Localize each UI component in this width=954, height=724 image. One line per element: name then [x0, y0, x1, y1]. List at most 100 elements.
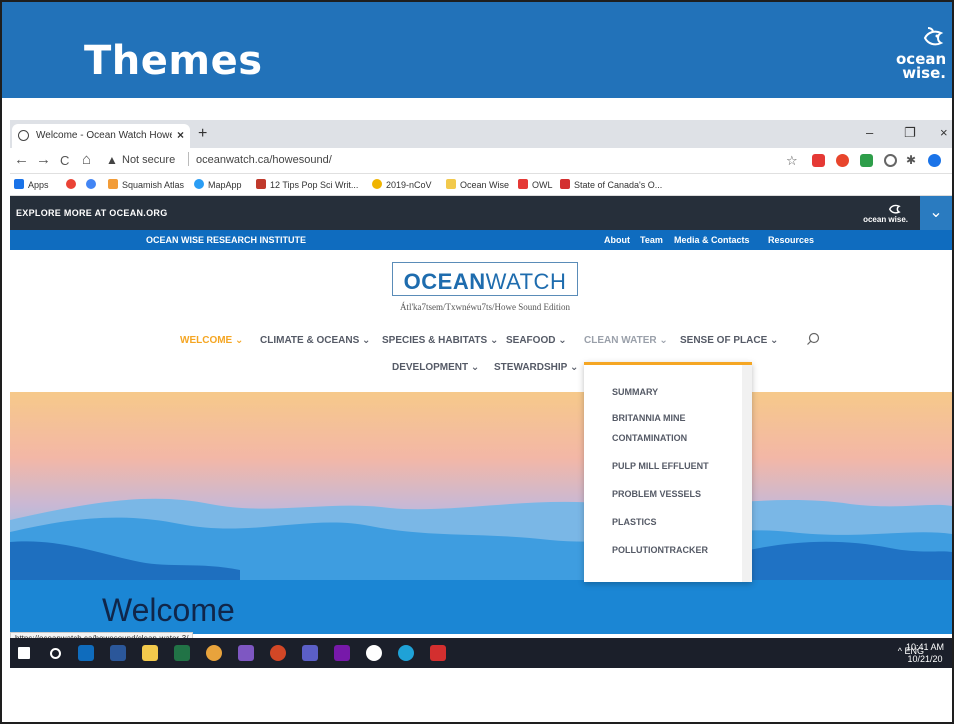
taskbar-clock[interactable]: 10:41 AM 10/21/20 — [906, 641, 944, 665]
url-text: oceanwatch.ca/howesound/ — [196, 154, 332, 166]
nav-development[interactable]: DEVELOPMENT ⌄ — [392, 362, 479, 373]
nav-stewardship[interactable]: STEWARDSHIP ⌄ — [494, 362, 578, 373]
address-bar-row: ← → C ⌂ ▲ Not secure oceanwatch.ca/howes… — [10, 148, 952, 174]
browser-globe-icon[interactable] — [366, 645, 382, 661]
url-input[interactable]: ▲ Not secure oceanwatch.ca/howesound/ — [106, 151, 332, 171]
omnibox-divider — [188, 152, 189, 166]
profile-avatar[interactable] — [928, 154, 941, 167]
green-extension-icon[interactable] — [860, 154, 873, 167]
new-tab-button[interactable]: + — [198, 125, 207, 143]
close-window-button[interactable]: × — [940, 125, 948, 140]
ocean-wise-logo: ocean wise. — [896, 24, 946, 88]
tab-close-icon[interactable]: × — [177, 128, 184, 142]
bookmark-2019-ncov[interactable]: 2019-nCoV — [372, 179, 432, 190]
not-secure-label: Not secure — [122, 154, 176, 166]
excel-icon[interactable] — [174, 645, 190, 661]
minimize-button[interactable]: – — [866, 125, 873, 140]
browser-window: Welcome - Ocean Watch Howe S × + – ❐ × ←… — [10, 120, 952, 650]
research-institute-link[interactable]: OCEAN WISE RESEARCH INSTITUTE — [146, 235, 306, 245]
logo-subtitle: Átl'ka7tsem/Txwnéwu7ts/Howe Sound Editio… — [399, 302, 571, 312]
menu-item-pulp-mill-effluent[interactable]: PULP MILL EFFLUENT — [612, 461, 709, 471]
nav-species-habitats[interactable]: SPECIES & HABITATS ⌄ — [382, 335, 498, 346]
menu-item-pollutiontracker[interactable]: POLLUTIONTRACKER — [612, 545, 708, 555]
search-icon[interactable] — [806, 332, 820, 346]
menu-item-plastics[interactable]: PLASTICS — [612, 517, 657, 527]
extension-icon[interactable] — [812, 154, 825, 167]
clean-water-dropdown-menu: SUMMARY BRITANNIA MINE CONTAMINATION PUL… — [584, 362, 752, 582]
bookmark-12-tips[interactable]: 12 Tips Pop Sci Writ... — [256, 179, 358, 190]
web-page: EXPLORE MORE AT OCEAN.ORG ocean wise. ⌄ … — [10, 196, 952, 650]
outlook-icon[interactable] — [78, 645, 94, 661]
home-button[interactable]: ⌂ — [82, 151, 91, 168]
nav-climate-oceans[interactable]: CLIMATE & OCEANS ⌄ — [260, 335, 370, 346]
edge-icon[interactable] — [398, 645, 414, 661]
bookmark-state-of-canada[interactable]: State of Canada's O... — [560, 179, 662, 190]
onenote-icon[interactable] — [334, 645, 350, 661]
folder-icon — [446, 179, 456, 189]
welcome-section: Welcome — [10, 580, 952, 634]
bookmark-apps[interactable]: Apps — [14, 179, 49, 190]
browser-tab[interactable]: Welcome - Ocean Watch Howe S × — [12, 124, 190, 148]
maps-pin-icon — [66, 179, 76, 189]
reload-button[interactable]: C — [60, 153, 69, 168]
warning-icon: ▲ — [106, 153, 118, 167]
about-link[interactable]: About — [604, 235, 630, 245]
file-explorer-icon[interactable] — [142, 645, 158, 661]
powerpoint-icon[interactable] — [270, 645, 286, 661]
bookmarks-bar: Apps Squamish Atlas MapApp 12 Tips Pop S… — [10, 174, 952, 196]
bookmark-owl[interactable]: OWL — [518, 179, 553, 190]
menu-item-problem-vessels[interactable]: PROBLEM VESSELS — [612, 489, 701, 499]
bookmark-mapapp[interactable]: MapApp — [194, 179, 242, 190]
chevron-down-icon: ⌄ — [929, 204, 943, 221]
windows-start-icon[interactable] — [18, 647, 30, 659]
tab-strip: Welcome - Ocean Watch Howe S × + – ❐ × — [10, 120, 952, 148]
acrobat-icon[interactable] — [430, 645, 446, 661]
media-contacts-link[interactable]: Media & Contacts — [674, 235, 750, 245]
teams-icon[interactable] — [302, 645, 318, 661]
opera-extension-icon[interactable] — [836, 154, 849, 167]
explore-link[interactable]: EXPLORE MORE AT OCEAN.ORG — [16, 208, 168, 218]
team-link[interactable]: Team — [640, 235, 663, 245]
maximize-button[interactable]: ❐ — [904, 125, 916, 141]
oceanwatch-logo[interactable]: OCEANWATCH Átl'ka7tsem/Txwnéwu7ts/Howe S… — [392, 262, 578, 322]
welcome-heading: Welcome — [102, 592, 235, 628]
ocean-wise-header-logo[interactable]: ocean wise. — [848, 201, 908, 227]
fish-icon — [888, 204, 901, 214]
menu-item-contamination[interactable]: CONTAMINATION — [612, 433, 687, 443]
nav-seafood[interactable]: SEAFOOD ⌄ — [506, 335, 567, 346]
bookmark-squamish-atlas[interactable]: Squamish Atlas — [108, 179, 184, 190]
fish-icon — [923, 27, 944, 46]
bookmark-star-icon[interactable]: ☆ — [786, 153, 798, 169]
nav-sense-of-place[interactable]: SENSE OF PLACE ⌄ — [680, 335, 778, 346]
search-circle-icon[interactable] — [50, 648, 61, 659]
resources-link[interactable]: Resources — [768, 235, 814, 245]
word-icon[interactable] — [110, 645, 126, 661]
news-icon — [256, 179, 266, 189]
research-institute-bar: OCEAN WISE RESEARCH INSTITUTE About Team… — [10, 230, 952, 250]
menu-item-britannia-mine[interactable]: BRITANNIA MINE — [612, 413, 686, 423]
forward-button[interactable]: → — [36, 151, 51, 168]
menu-item-summary[interactable]: SUMMARY — [612, 387, 658, 397]
snip-icon[interactable] — [238, 645, 254, 661]
bookmark-ocean-wise[interactable]: Ocean Wise — [446, 179, 509, 190]
logo-watch-word: WATCH — [485, 269, 567, 294]
slide-header: Themes ocean wise. — [2, 2, 952, 98]
back-button[interactable]: ← — [14, 151, 29, 168]
maple-leaf-icon — [560, 179, 570, 189]
logo-frame: OCEANWATCH — [392, 262, 578, 296]
expand-chevron-button[interactable]: ⌄ — [920, 196, 952, 230]
nav-welcome[interactable]: WELCOME ⌄ — [180, 335, 243, 346]
bookmark-google[interactable] — [86, 179, 100, 190]
chrome-icon[interactable] — [206, 645, 222, 661]
puzzle-icon[interactable]: ✱ — [906, 153, 916, 167]
clock-date: 10/21/20 — [907, 654, 943, 664]
circle-extension-icon[interactable] — [884, 154, 897, 167]
clock-time: 10:41 AM — [905, 642, 944, 652]
tab-title: Welcome - Ocean Watch Howe S — [36, 130, 172, 141]
mapapp-icon — [194, 179, 204, 189]
bookmark-maps[interactable] — [66, 179, 80, 190]
nav-clean-water[interactable]: CLEAN WATER ⌄ — [584, 335, 668, 346]
slide-title: Themes — [84, 38, 263, 84]
dropdown-scrollbar[interactable] — [742, 365, 752, 582]
logo-line-wise: wise. — [902, 64, 946, 82]
